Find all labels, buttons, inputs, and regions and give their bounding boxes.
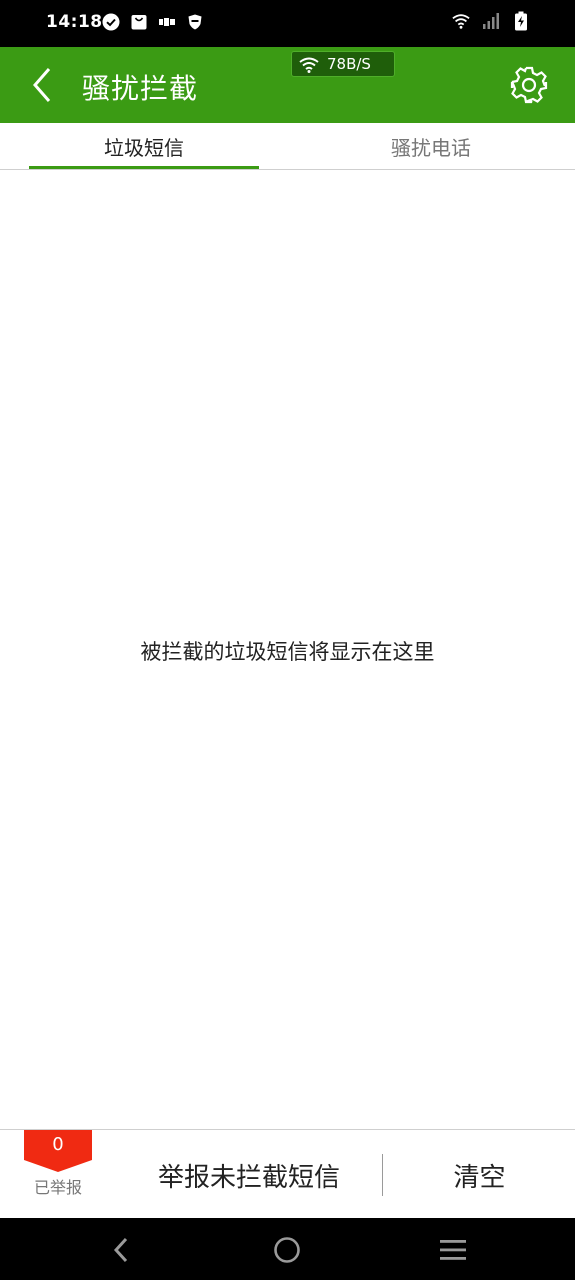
- shield-icon: [186, 13, 204, 31]
- empty-state-message: 被拦截的垃圾短信将显示在这里: [140, 640, 435, 664]
- notification-text-icon: [158, 13, 176, 31]
- settings-button[interactable]: [509, 65, 549, 105]
- back-button[interactable]: [22, 63, 62, 107]
- status-time: 14:18: [46, 12, 103, 32]
- action-bar: 0 已举报 举报未拦截短信 清空: [0, 1129, 575, 1218]
- status-bar: 14:18: [0, 0, 575, 47]
- network-speed-text: 78B/S: [327, 55, 371, 73]
- status-icons-left: [102, 13, 204, 31]
- battery-charging-icon: [512, 11, 530, 31]
- nav-back-icon: [113, 1237, 128, 1263]
- app-bar: 骚扰拦截 78B/S: [0, 47, 575, 123]
- nav-menu-icon: [440, 1240, 466, 1260]
- reported-count-badge: 0: [24, 1130, 92, 1172]
- report-unblocked-sms-button[interactable]: 举报未拦截短信: [118, 1150, 380, 1200]
- tab-spam-calls[interactable]: 骚扰电话: [316, 123, 546, 169]
- bag-icon: [130, 13, 148, 31]
- tab-bar: 垃圾短信 骚扰电话: [0, 123, 575, 170]
- chevron-left-icon: [33, 68, 51, 102]
- status-icons-right: [452, 11, 530, 31]
- tab-spam-sms[interactable]: 垃圾短信: [29, 123, 259, 169]
- message-list: 被拦截的垃圾短信将显示在这里: [0, 170, 575, 1130]
- cellular-signal-icon: [482, 12, 500, 30]
- navigation-bar: [0, 1218, 575, 1280]
- check-circle-icon: [102, 13, 120, 31]
- reported-label: 已举报: [33, 1178, 82, 1197]
- nav-back-button[interactable]: [101, 1230, 141, 1270]
- nav-menu-button[interactable]: [433, 1230, 473, 1270]
- reported-count: 0: [52, 1134, 64, 1155]
- nav-home-button[interactable]: [267, 1230, 307, 1270]
- network-speed-indicator: 78B/S: [291, 51, 395, 77]
- wifi-icon: [452, 12, 470, 30]
- wifi-icon: [299, 57, 319, 73]
- gear-icon: [510, 66, 548, 104]
- page-title: 骚扰拦截: [82, 72, 199, 105]
- clear-button[interactable]: 清空: [384, 1150, 575, 1200]
- nav-home-icon: [274, 1237, 300, 1263]
- divider: [382, 1154, 383, 1196]
- tab-indicator: [29, 166, 259, 169]
